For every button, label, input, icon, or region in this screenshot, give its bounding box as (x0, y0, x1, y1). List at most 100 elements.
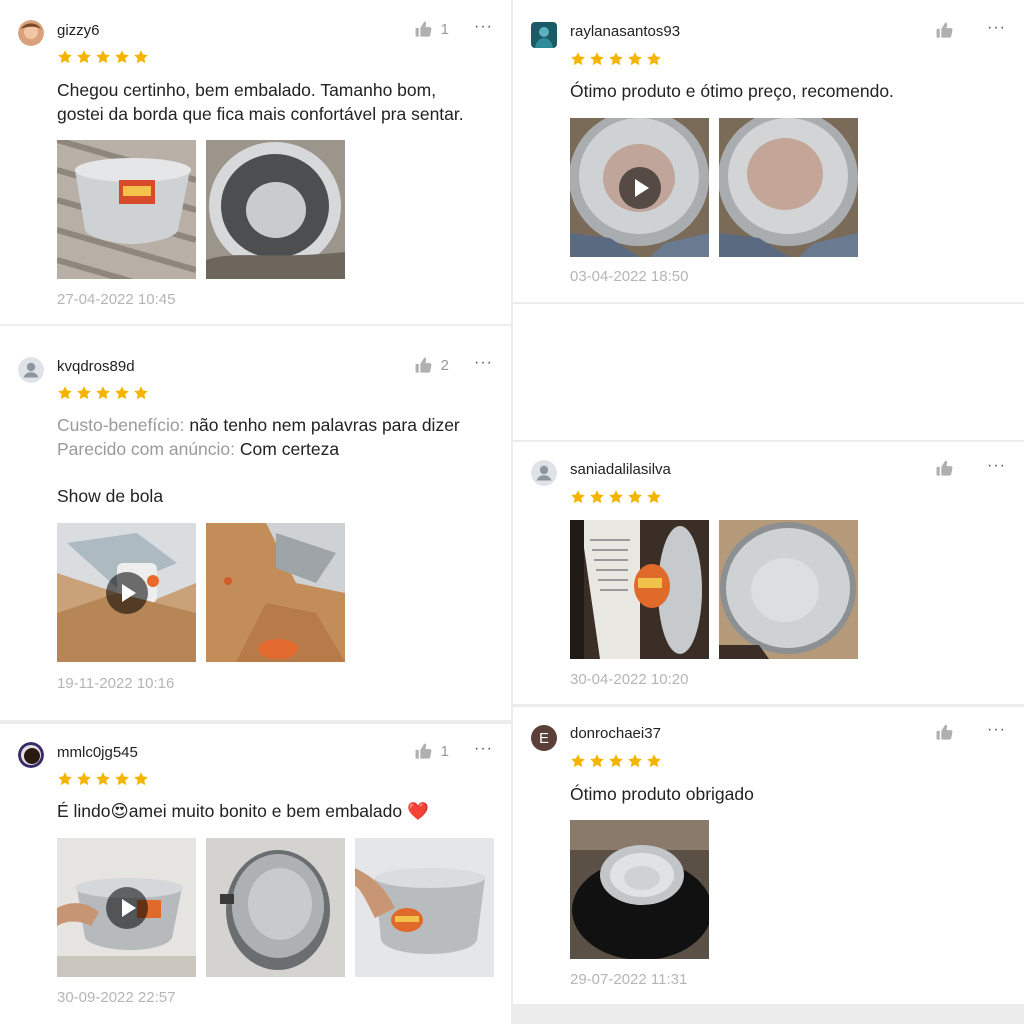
review-date: 03-04-2022 18:50 (570, 268, 689, 285)
heart-eyes-emoji-icon: 😍 (110, 801, 129, 821)
more-options-icon[interactable]: ··· (474, 740, 493, 758)
star-icon (57, 385, 73, 401)
user-avatar[interactable] (531, 22, 557, 48)
user-avatar[interactable] (18, 20, 44, 46)
review-card: kvqdros89d 2 ··· Custo-benefício: não te… (0, 326, 511, 720)
review-text: Show de bola (57, 486, 164, 506)
thumbs-up-icon (414, 742, 433, 761)
like-button[interactable] (935, 723, 962, 742)
username[interactable]: saniadalilasilva (570, 461, 671, 478)
like-count: 1 (440, 21, 449, 38)
review-text: É lindo😍amei muito bonito e bem embalado… (57, 799, 429, 823)
empty-area (513, 304, 1024, 440)
like-button[interactable] (935, 21, 962, 40)
review-text: Chegou certinho, bem embalado. Tamanho b… (57, 78, 464, 126)
media-gallery (570, 520, 858, 659)
review-date: 19-11-2022 10:16 (57, 675, 175, 692)
username[interactable]: raylanasantos93 (570, 23, 680, 40)
review-photo[interactable] (206, 523, 345, 662)
review-text-line: gostei da borda que fica mais confortáve… (57, 104, 464, 124)
star-icon (570, 753, 586, 769)
star-icon (57, 771, 73, 787)
star-icon (57, 49, 73, 65)
user-avatar[interactable]: E (531, 725, 557, 751)
avatar-letter: E (538, 729, 549, 747)
like-button[interactable]: 2 (414, 356, 449, 375)
review-video[interactable] (570, 118, 709, 257)
review-photo[interactable] (570, 820, 709, 959)
review-attributes: Custo-benefício: não tenho nem palavras … (57, 413, 460, 461)
star-rating (570, 753, 662, 769)
like-button[interactable] (935, 459, 962, 478)
review-video[interactable] (57, 838, 196, 977)
review-text: Ótimo produto obrigado (570, 784, 754, 804)
more-options-icon[interactable]: ··· (474, 354, 493, 372)
review-photo[interactable] (719, 520, 858, 659)
review-photo[interactable] (719, 118, 858, 257)
star-icon (646, 489, 662, 505)
user-avatar[interactable] (18, 742, 44, 768)
review-photo[interactable] (206, 140, 345, 279)
play-icon[interactable] (618, 166, 661, 209)
star-icon (627, 489, 643, 505)
star-icon (589, 753, 605, 769)
star-icon (95, 385, 111, 401)
thumbs-up-icon (935, 21, 954, 40)
star-icon (95, 771, 111, 787)
review-date: 30-04-2022 10:20 (570, 671, 689, 688)
star-icon (608, 489, 624, 505)
attribute-value: Com certeza (239, 439, 340, 459)
media-gallery (57, 140, 345, 279)
review-card: mmlc0jg545 1 ··· É lindo😍amei muito boni… (0, 724, 511, 1024)
username[interactable]: kvqdros89d (57, 358, 135, 375)
review-card: E donrochaei37 ··· Ótimo produto obrigad… (513, 707, 1024, 1004)
star-icon (95, 49, 111, 65)
review-date: 29-07-2022 11:31 (570, 971, 688, 988)
username[interactable]: donrochaei37 (570, 725, 661, 742)
username[interactable]: gizzy6 (57, 22, 100, 39)
attribute-row: Custo-benefício: não tenho nem palavras … (57, 413, 460, 437)
more-options-icon[interactable]: ··· (987, 721, 1006, 739)
star-icon (76, 49, 92, 65)
thumbs-up-icon (414, 356, 433, 375)
star-icon (133, 49, 149, 65)
review-text: Ótimo produto e ótimo preço, recomendo. (570, 81, 894, 101)
media-gallery (570, 118, 858, 257)
star-icon (608, 753, 624, 769)
star-icon (114, 385, 130, 401)
like-button[interactable]: 1 (414, 20, 449, 39)
star-icon (133, 771, 149, 787)
star-rating (570, 51, 662, 67)
star-rating (57, 385, 149, 401)
review-date: 27-04-2022 10:45 (57, 291, 176, 308)
play-icon[interactable] (105, 571, 148, 614)
star-icon (646, 51, 662, 67)
more-options-icon[interactable]: ··· (474, 18, 493, 36)
attribute-row: Parecido com anúncio: Com certeza (57, 437, 460, 461)
thumbs-up-icon (414, 20, 433, 39)
star-icon (114, 49, 130, 65)
thumbs-up-icon (935, 459, 954, 478)
star-icon (133, 385, 149, 401)
more-options-icon[interactable]: ··· (987, 457, 1006, 475)
play-icon[interactable] (105, 886, 148, 929)
review-text-line: Chegou certinho, bem embalado. Tamanho b… (57, 80, 437, 100)
review-video[interactable] (57, 523, 196, 662)
user-avatar[interactable] (18, 357, 44, 383)
review-photo[interactable] (355, 838, 494, 977)
review-photo[interactable] (570, 520, 709, 659)
media-gallery (57, 523, 345, 662)
review-photo[interactable] (57, 140, 196, 279)
like-count: 2 (440, 357, 449, 374)
media-gallery (57, 838, 494, 977)
star-icon (627, 51, 643, 67)
like-button[interactable]: 1 (414, 742, 449, 761)
username[interactable]: mmlc0jg545 (57, 744, 138, 761)
review-photo[interactable] (206, 838, 345, 977)
star-icon (627, 753, 643, 769)
review-card: raylanasantos93 ··· Ótimo produto e ótim… (513, 0, 1024, 302)
more-options-icon[interactable]: ··· (987, 19, 1006, 37)
star-icon (76, 385, 92, 401)
review-text-part: É lindo (57, 801, 111, 821)
user-avatar[interactable] (531, 460, 557, 486)
